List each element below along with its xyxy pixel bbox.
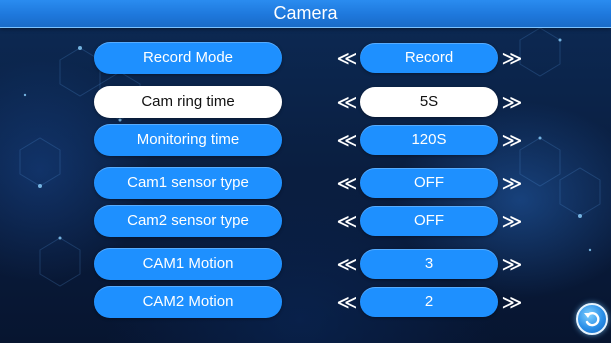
decrease-arrow-icon[interactable]: ≪ [335,167,359,199]
increase-arrow-icon[interactable]: ≫ [500,167,524,199]
setting-label-button[interactable]: Cam2 sensor type [94,205,282,237]
increase-arrow-icon[interactable]: ≫ [500,205,524,237]
setting-value: 3 [360,249,498,279]
settings-row: CAM1 Motion ≪ 3 ≫ [0,248,611,282]
page-title: Camera [273,3,338,23]
setting-value: 120S [360,125,498,155]
decrease-arrow-icon[interactable]: ≪ [335,86,359,118]
setting-value: 5S [360,87,498,117]
setting-label-button[interactable]: CAM2 Motion [94,286,282,318]
decrease-arrow-icon[interactable]: ≪ [335,248,359,280]
header-bar: Camera [0,0,611,28]
decrease-arrow-icon[interactable]: ≪ [335,205,359,237]
settings-row: Cam1 sensor type ≪ OFF ≫ [0,167,611,201]
back-button[interactable] [576,303,608,335]
setting-value: Record [360,43,498,73]
decrease-arrow-icon[interactable]: ≪ [335,42,359,74]
setting-value: OFF [360,206,498,236]
settings-row: CAM2 Motion ≪ 2 ≫ [0,286,611,320]
increase-arrow-icon[interactable]: ≫ [500,286,524,318]
increase-arrow-icon[interactable]: ≫ [500,248,524,280]
increase-arrow-icon[interactable]: ≫ [500,42,524,74]
decrease-arrow-icon[interactable]: ≪ [335,286,359,318]
setting-value: OFF [360,168,498,198]
setting-label-button[interactable]: Monitoring time [94,124,282,156]
setting-label-button[interactable]: CAM1 Motion [94,248,282,280]
decrease-arrow-icon[interactable]: ≪ [335,124,359,156]
settings-row: Record Mode ≪ Record ≫ [0,42,611,76]
settings-row: Cam ring time ≪ 5S ≫ [0,86,611,120]
settings-row: Monitoring time ≪ 120S ≫ [0,124,611,158]
settings-row: Cam2 sensor type ≪ OFF ≫ [0,205,611,239]
setting-value: 2 [360,287,498,317]
return-arrow-icon [584,312,600,327]
increase-arrow-icon[interactable]: ≫ [500,124,524,156]
setting-label-button[interactable]: Cam ring time [94,86,282,118]
setting-label-button[interactable]: Cam1 sensor type [94,167,282,199]
setting-label-button[interactable]: Record Mode [94,42,282,74]
increase-arrow-icon[interactable]: ≫ [500,86,524,118]
